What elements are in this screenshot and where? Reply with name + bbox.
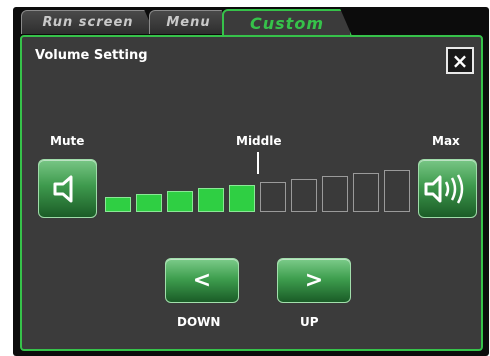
speaker-waves-icon [424,173,463,204]
up-label: UP [300,315,319,329]
volume-step[interactable] [136,194,162,212]
chevron-left-icon: < [192,268,212,293]
mute-label: Mute [50,134,85,148]
volume-up-button[interactable]: > [277,258,351,303]
dialog-title: Volume Setting [35,48,148,63]
tab-menu[interactable]: Menu [149,10,228,34]
tab-custom[interactable]: Custom [222,9,352,36]
volume-step[interactable] [229,185,255,212]
close-icon: × [451,48,469,73]
tab-run-screen[interactable]: Run screen [21,10,155,34]
volume-step[interactable] [105,197,131,212]
volume-step[interactable] [260,182,286,212]
volume-step[interactable] [167,191,193,212]
volume-step[interactable] [198,188,224,212]
volume-step[interactable] [384,170,410,212]
speaker-icon [53,175,72,202]
max-label: Max [432,134,460,148]
volume-down-button[interactable]: < [165,258,239,303]
max-volume-button[interactable] [418,159,477,218]
down-label: DOWN [177,315,221,329]
volume-step[interactable] [322,176,348,212]
mute-button[interactable] [38,159,97,218]
volume-step[interactable] [353,173,379,212]
middle-marker [257,152,259,174]
volume-step[interactable] [291,179,317,212]
chevron-right-icon: > [304,268,324,293]
middle-label: Middle [236,134,282,148]
close-button[interactable]: × [446,47,474,74]
